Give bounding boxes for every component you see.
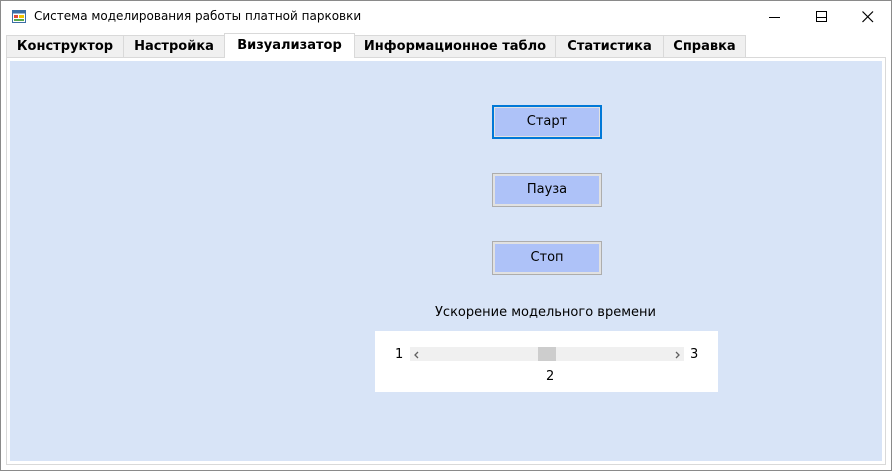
tab-help[interactable]: Справка xyxy=(663,35,746,57)
windows-form-icon xyxy=(12,9,27,24)
visualizer-panel: Старт Пауза Стоп Ускорение модельного вр… xyxy=(10,61,882,461)
chevron-left-icon xyxy=(414,351,419,359)
minimize-window-button[interactable] xyxy=(752,1,798,32)
pause-button[interactable]: Пауза xyxy=(492,173,602,207)
start-button[interactable]: Старт xyxy=(492,105,602,139)
tab-statistics[interactable]: Статистика xyxy=(555,35,664,57)
speed-title: Ускорение модельного времени xyxy=(435,305,656,320)
tab-settings[interactable]: Настройка xyxy=(123,35,225,57)
speed-min-label: 1 xyxy=(395,347,404,362)
tab-strip: Конструктор Настройка Визуализатор Инфор… xyxy=(6,33,746,58)
speed-max-label: 3 xyxy=(690,347,699,362)
stop-button[interactable]: Стоп xyxy=(492,241,602,275)
visualizer-tab-page: Старт Пауза Стоп Ускорение модельного вр… xyxy=(6,57,886,465)
scroll-right-button[interactable] xyxy=(670,347,684,361)
maximize-icon xyxy=(816,11,827,22)
scroll-thumb[interactable] xyxy=(538,347,556,361)
tab-info-board[interactable]: Информационное табло xyxy=(354,35,556,57)
speed-scrollbar[interactable] xyxy=(410,347,684,361)
chevron-right-icon xyxy=(675,351,680,359)
app-window: Система моделирования работы платной пар… xyxy=(0,0,892,471)
close-icon xyxy=(862,11,874,23)
minimize-icon xyxy=(769,17,780,18)
tab-visualizer[interactable]: Визуализатор xyxy=(224,33,355,58)
pause-button-label: Пауза xyxy=(495,176,599,204)
close-window-button[interactable] xyxy=(845,1,891,32)
start-button-label: Старт xyxy=(495,108,599,136)
scroll-left-button[interactable] xyxy=(410,347,424,361)
tab-constructor[interactable]: Конструктор xyxy=(6,35,124,57)
speed-control-group: 1 3 2 xyxy=(375,331,718,392)
stop-button-label: Стоп xyxy=(495,244,599,272)
speed-value-label: 2 xyxy=(546,369,555,384)
maximize-window-button[interactable] xyxy=(799,1,845,32)
window-title: Система моделирования работы платной пар… xyxy=(34,9,362,23)
